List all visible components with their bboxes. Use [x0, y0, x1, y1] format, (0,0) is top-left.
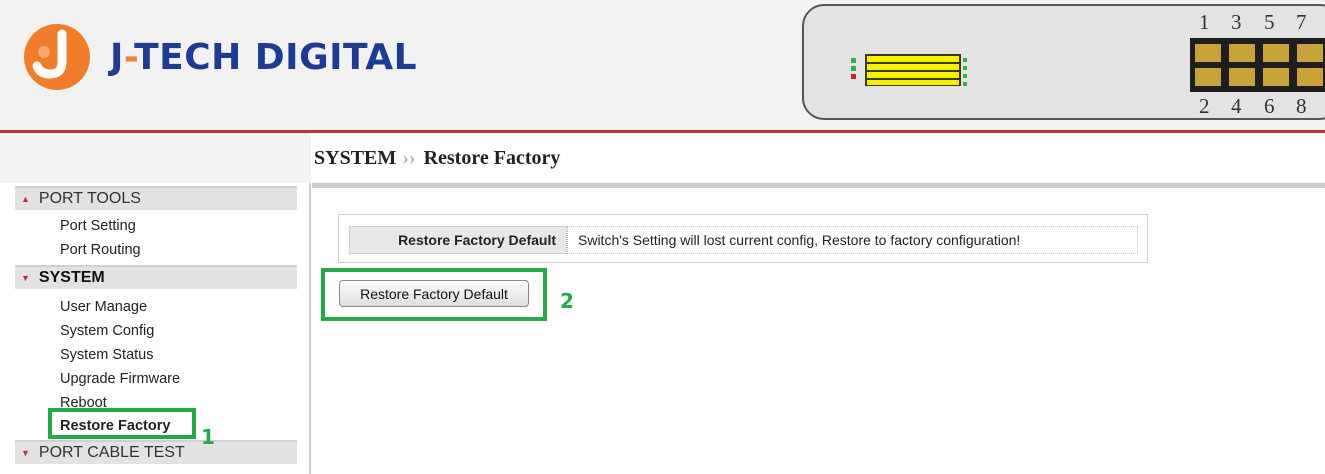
- annotation-box-step1: [48, 408, 196, 439]
- sidebar-item-upgrade-firmware[interactable]: Upgrade Firmware: [60, 371, 180, 387]
- sidebar-item-system-status[interactable]: System Status: [60, 347, 153, 363]
- expand-arrow-icon: ▼: [21, 448, 30, 458]
- switch-web-ui: J-TECH DIGITAL 1 3 5 7 2 4 6 8 SYSTEM ››…: [0, 0, 1325, 474]
- sidebar-section-system[interactable]: ▼ SYSTEM: [15, 265, 297, 289]
- status-leds-icon: [851, 54, 967, 86]
- port-label: 8: [1296, 94, 1307, 118]
- annotation-step2-number: 2: [560, 289, 574, 313]
- sidebar-section-label: SYSTEM: [38, 269, 105, 286]
- rj45-ports-icon: [1190, 38, 1325, 92]
- port-label: 2: [1199, 94, 1210, 118]
- restore-factory-panel: Restore Factory Default Switch's Setting…: [338, 214, 1148, 263]
- port-label: 3: [1231, 10, 1242, 34]
- port-label: 6: [1264, 94, 1275, 118]
- sidebar-section-label: PORT TOOLS: [38, 190, 141, 207]
- brand-logo: J-TECH DIGITAL: [22, 22, 417, 92]
- port-label: 1: [1199, 10, 1210, 34]
- annotation-step1-number: 1: [201, 425, 215, 449]
- j-tech-logo-icon: [24, 24, 90, 90]
- sidebar-item-port-setting[interactable]: Port Setting: [60, 218, 136, 234]
- switch-front-panel: 1 3 5 7 2 4 6 8: [802, 4, 1325, 120]
- sidebar-item-port-routing[interactable]: Port Routing: [60, 242, 141, 258]
- sidebar-section-label: PORT CABLE TEST: [38, 444, 185, 461]
- page-title: Restore Factory: [423, 146, 561, 169]
- header: J-TECH DIGITAL 1 3 5 7 2 4 6 8: [0, 0, 1325, 130]
- content-top-rule: [312, 183, 1325, 188]
- sidebar-section-port-tools[interactable]: ▲ PORT TOOLS: [15, 186, 297, 210]
- breadcrumb: SYSTEM ›› Restore Factory: [312, 133, 1325, 183]
- restore-factory-row-label: Restore Factory Default: [349, 226, 567, 254]
- sidebar-section-port-cable-test[interactable]: ▼ PORT CABLE TEST: [15, 440, 297, 464]
- collapse-arrow-icon: ▲: [21, 194, 30, 204]
- breadcrumb-separator-icon: ››: [402, 146, 416, 169]
- brand-name: J-TECH DIGITAL: [110, 36, 418, 78]
- breadcrumb-section: SYSTEM: [314, 146, 397, 169]
- expand-arrow-icon: ▼: [21, 273, 30, 283]
- port-label: 4: [1231, 94, 1242, 118]
- restore-factory-description: Switch's Setting will lost current confi…: [567, 226, 1138, 254]
- annotation-box-step2: [321, 268, 547, 321]
- breadcrumb-spacer: [0, 133, 311, 183]
- port-label: 7: [1296, 10, 1307, 34]
- port-label: 5: [1264, 10, 1275, 34]
- sidebar-item-user-manage[interactable]: User Manage: [60, 299, 147, 315]
- sidebar-item-system-config[interactable]: System Config: [60, 323, 154, 339]
